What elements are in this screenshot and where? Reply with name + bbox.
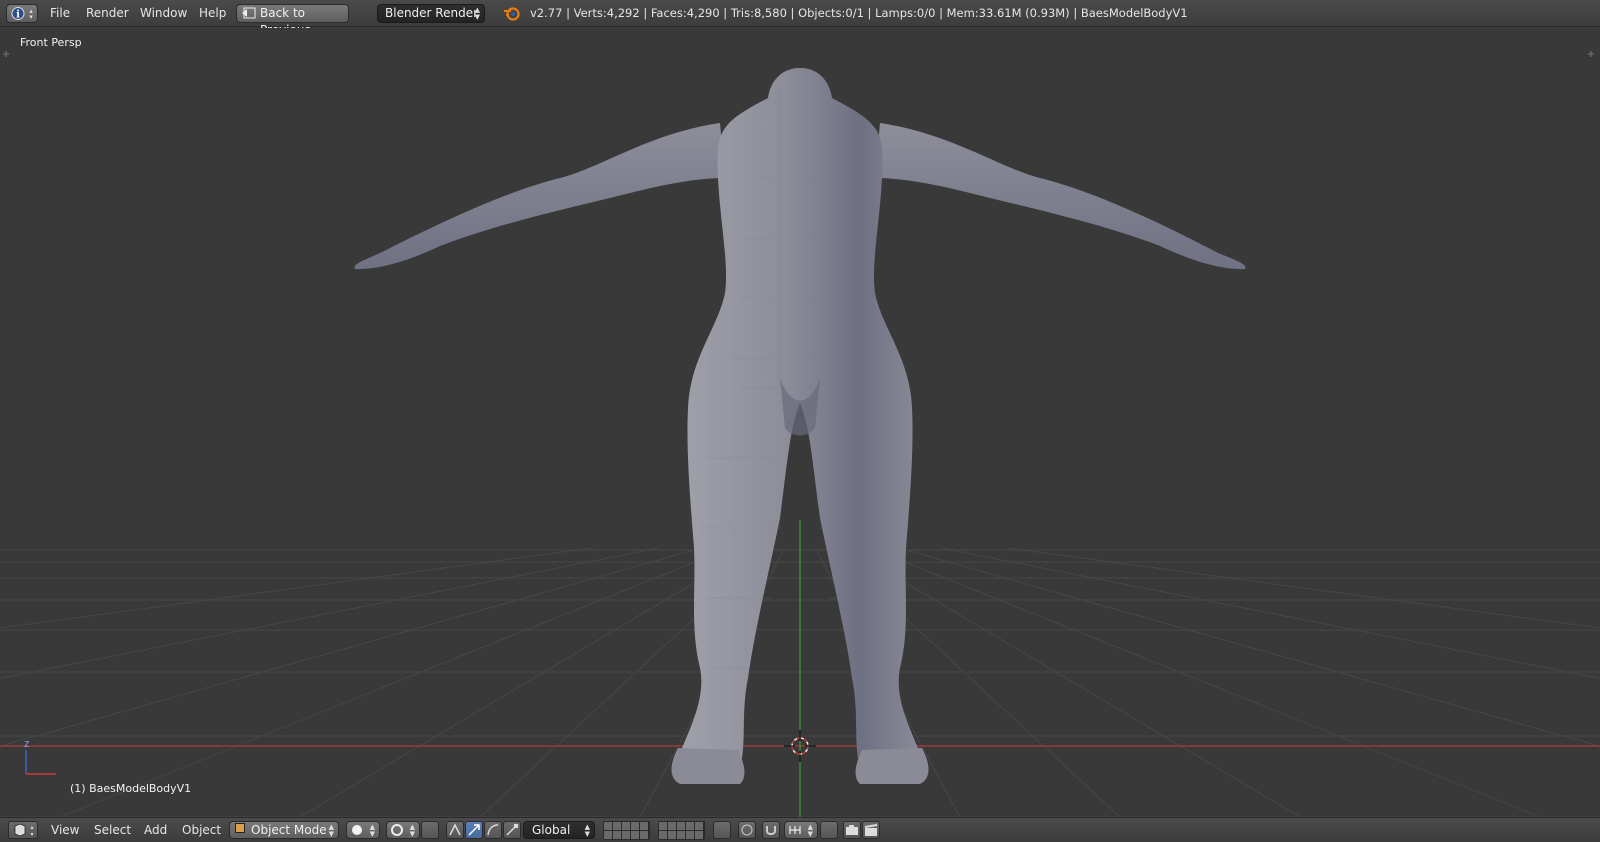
lock-camera-button[interactable]	[713, 821, 731, 839]
scale-icon	[506, 824, 518, 836]
dropdown-arrows-icon: ▲ ▼	[369, 823, 375, 838]
shading-dropdown[interactable]: ▲ ▼	[346, 821, 380, 839]
menu-select[interactable]: Select	[94, 818, 131, 842]
mode-label: Object Mode	[251, 823, 327, 837]
scene-layers-group-2[interactable]	[658, 821, 705, 840]
proportional-edit-button[interactable]	[738, 821, 756, 839]
svg-text:i: i	[16, 10, 20, 21]
scene-layers-group-1[interactable]	[603, 821, 650, 840]
scene-statistics: v2.77 | Verts:4,292 | Faces:4,290 | Tris…	[530, 6, 1188, 20]
orientation-label: Global	[532, 823, 571, 837]
blender-logo-icon	[504, 7, 520, 21]
viewport-header: ▴ ▾ View Select Add Object Object Mode ▲…	[0, 817, 1600, 842]
dropdown-arrows-icon: ▲ ▼	[409, 823, 415, 838]
magnet-icon	[766, 826, 776, 835]
svg-text:▴: ▴	[30, 824, 33, 831]
rotate-button[interactable]	[484, 821, 502, 839]
proportional-icon	[741, 824, 753, 836]
back-to-previous-button[interactable]: Back to Previous	[236, 4, 349, 37]
orientation-dropdown[interactable]: Global ▲ ▼	[523, 821, 595, 839]
render-animation-button[interactable]	[862, 821, 880, 839]
manipulator-toggle[interactable]	[421, 821, 439, 839]
pivot-dropdown[interactable]: ▲ ▼	[386, 821, 420, 839]
dropdown-arrows-icon: ▲ ▼	[328, 823, 334, 838]
info-header: i ▴ ▾ File Render Window Help Back to Pr…	[0, 0, 1600, 37]
mode-dropdown[interactable]: Object Mode ▲ ▼	[229, 821, 339, 839]
viewport-canvas	[0, 28, 1600, 817]
svg-text:▾: ▾	[30, 831, 33, 838]
translate-manipulator-button[interactable]	[446, 821, 464, 839]
editor-type-button-3d[interactable]: ▴ ▾	[8, 821, 38, 839]
dropdown-arrows-icon: ▲ ▼	[584, 823, 590, 838]
pivot-icon	[391, 824, 403, 836]
view-label: Front Persp	[20, 36, 82, 49]
menu-help[interactable]: Help	[199, 0, 226, 27]
menu-object[interactable]: Object	[182, 818, 221, 842]
axis-z-label: Z	[24, 740, 30, 749]
svg-text:▾: ▾	[29, 13, 33, 21]
scale-button[interactable]	[503, 821, 521, 839]
object-mode-icon	[235, 823, 245, 833]
info-icon: i ▴ ▾	[11, 7, 33, 21]
translate-icon	[449, 823, 461, 836]
menu-add[interactable]: Add	[144, 818, 167, 842]
dropdown-arrows-icon: ▲ ▼	[807, 823, 813, 838]
snap-element-dropdown[interactable]: ▲ ▼	[784, 821, 818, 839]
arrow-icon	[468, 824, 480, 836]
snap-toggle-button[interactable]	[762, 821, 780, 839]
dropdown-arrows-icon: ▲ ▼	[474, 6, 480, 21]
3d-viewport[interactable]: Front Persp Z (1) BaesModelBodyV1	[0, 28, 1600, 817]
axis-gizmo-icon	[25, 750, 56, 775]
camera-icon	[846, 825, 858, 835]
snap-target-button[interactable]	[820, 821, 838, 839]
rotate-manipulator-button[interactable]	[465, 821, 483, 839]
menu-file[interactable]: File	[50, 0, 70, 27]
active-object-label: (1) BaesModelBodyV1	[70, 782, 192, 795]
menu-view[interactable]: View	[51, 818, 79, 842]
snap-increment-icon	[789, 826, 801, 834]
menu-window[interactable]: Window	[140, 0, 187, 27]
render-engine-label: Blender Render	[385, 6, 479, 20]
menu-render[interactable]: Render	[86, 0, 129, 27]
rotate-icon	[487, 824, 499, 836]
editor-type-button[interactable]: i ▴ ▾	[6, 4, 38, 23]
cube-editor-icon: ▴ ▾	[14, 823, 34, 838]
back-icon	[242, 7, 256, 19]
solid-shading-icon	[352, 825, 362, 835]
render-image-button[interactable]	[843, 821, 861, 839]
render-engine-dropdown[interactable]: Blender Render ▲ ▼	[377, 4, 485, 23]
clapperboard-icon	[864, 824, 878, 836]
